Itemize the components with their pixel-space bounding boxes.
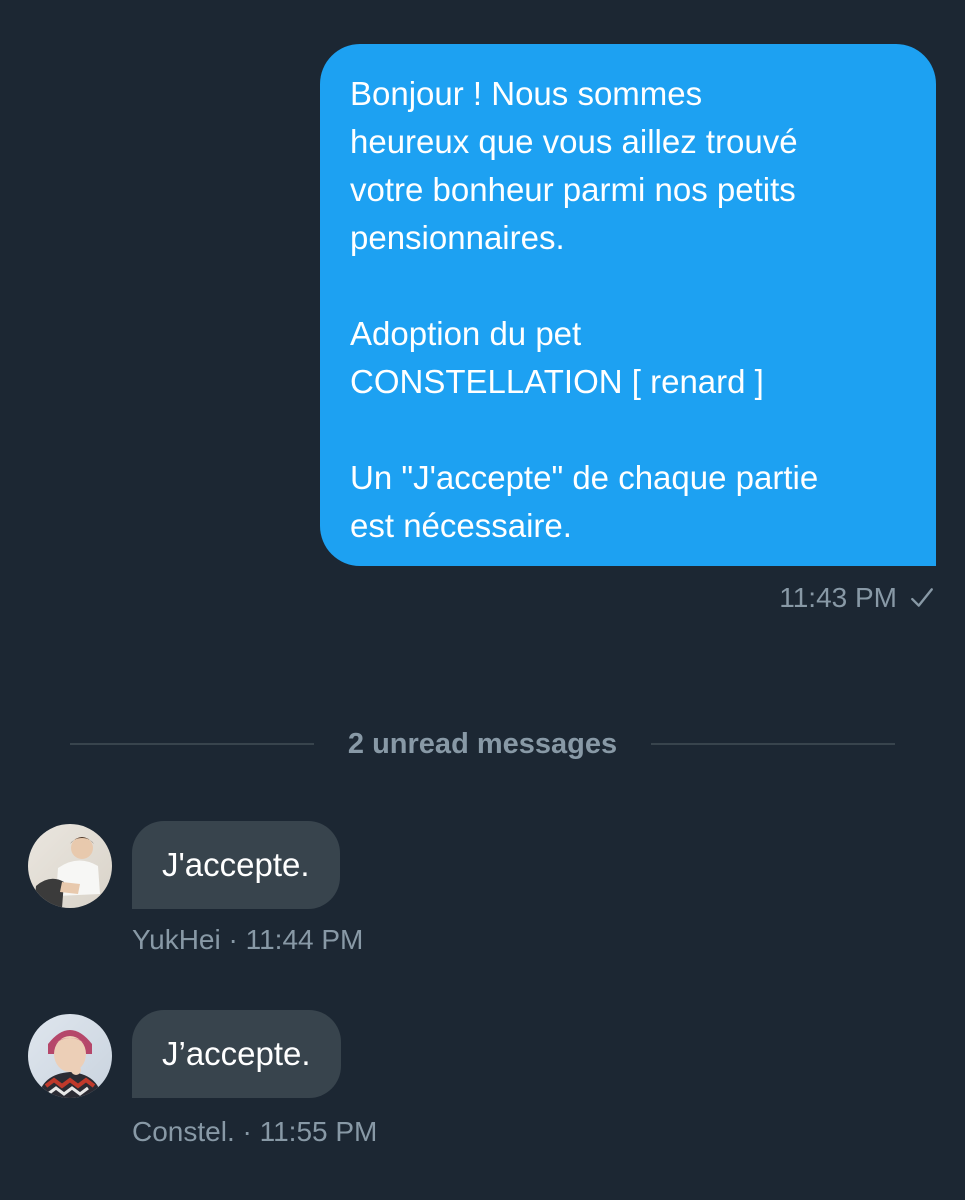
avatar-photo-icon — [28, 824, 112, 908]
sent-message-meta: 11:43 PM — [779, 582, 935, 614]
received-message-bubble-1[interactable]: J'accepte. — [132, 821, 340, 909]
avatar-photo-icon — [28, 1014, 112, 1098]
avatar-constel[interactable] — [28, 1014, 112, 1098]
received-message-bubble-2[interactable]: J’accepte. — [132, 1010, 341, 1098]
sent-message-bubble[interactable]: Bonjour ! Nous sommes heureux que vous a… — [320, 44, 936, 566]
unread-messages-label: 2 unread messages — [347, 727, 618, 760]
meta-separator: · — [234, 1116, 260, 1147]
conversation-view: Bonjour ! Nous sommes heureux que vous a… — [0, 0, 965, 1200]
divider-line-right — [651, 743, 896, 745]
message-time: 11:55 PM — [259, 1116, 378, 1147]
received-message-meta-2: Constel. · 11:55 PM — [132, 1116, 377, 1148]
message-time: 11:44 PM — [245, 924, 364, 955]
meta-separator: · — [220, 924, 246, 955]
sender-name[interactable]: YukHei — [132, 924, 221, 955]
received-message-meta-1: YukHei · 11:44 PM — [132, 924, 363, 956]
sent-message-time: 11:43 PM — [779, 582, 897, 613]
unread-divider: 2 unread messages — [70, 722, 896, 766]
avatar-yukhei[interactable] — [28, 824, 112, 908]
check-icon — [911, 588, 933, 607]
divider-line-left — [70, 743, 314, 745]
sender-name[interactable]: Constel. — [132, 1116, 235, 1147]
